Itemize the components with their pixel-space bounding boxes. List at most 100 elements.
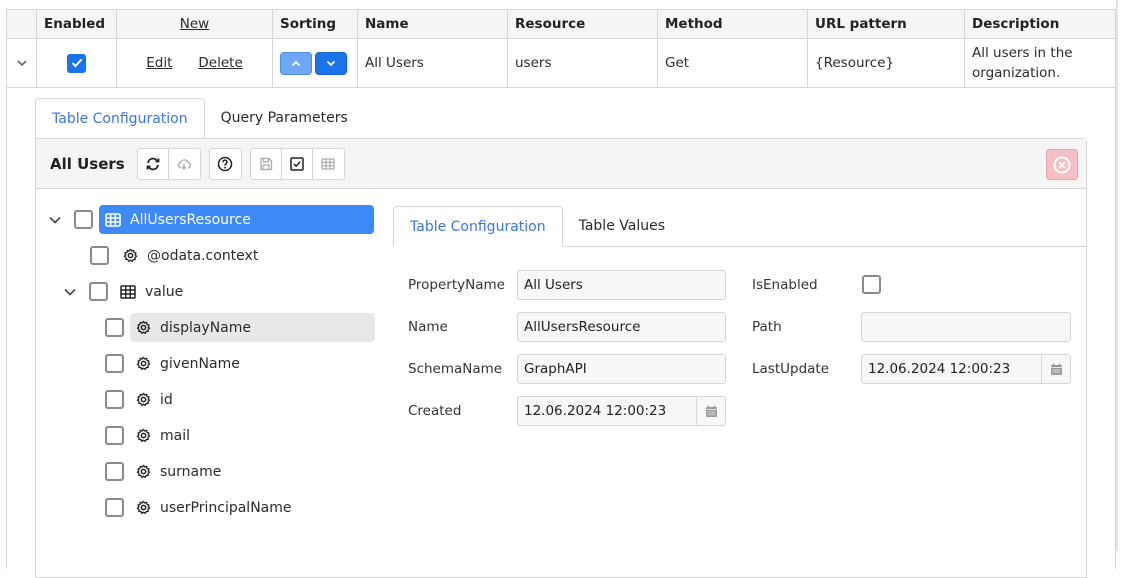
field-path: Path [752,319,782,335]
help-icon [217,156,233,171]
tree-node-label[interactable]: givenName [130,349,248,378]
tree-checkbox[interactable] [105,498,124,517]
calendar-icon[interactable] [696,397,725,425]
header-url-pattern[interactable]: URL pattern [808,10,965,38]
tree-node-label[interactable]: userPrincipalName [130,493,300,522]
header-sorting[interactable]: Sorting [273,10,358,38]
toolbar: All Users [36,139,1086,189]
field-last-update: LastUpdate [752,361,830,377]
enabled-cell [37,39,117,87]
toolbar-group-2 [208,147,242,180]
tree-node: @odata.context [90,241,266,270]
sort-up-button[interactable] [280,51,312,75]
chevron-down-icon[interactable] [46,216,64,224]
tree-node-label[interactable]: displayName [130,313,375,342]
field-is-enabled: IsEnabled [752,277,818,293]
scrollbar-track[interactable] [1116,0,1118,551]
tree-checkbox[interactable] [90,246,109,265]
grid-icon [321,157,335,170]
tree-checkbox[interactable] [105,426,124,445]
table-row: Edit Delete All Users users Get {Resourc… [7,39,1115,88]
created-datepicker[interactable]: 12.06.2024 12:00:23 [517,396,726,426]
help-button[interactable] [210,149,241,179]
cloud-download-icon [178,158,192,170]
sorting-cell [273,39,358,87]
description-cell: All users in the organization. [972,45,1073,81]
tree-checkbox[interactable] [89,282,108,301]
toolbar-group-3 [249,147,345,180]
is-enabled-checkbox[interactable] [862,275,881,294]
last-update-datepicker[interactable]: 12.06.2024 12:00:23 [861,354,1071,384]
header-new-cell: New [117,10,273,38]
tree-checkbox[interactable] [105,462,124,481]
header-resource[interactable]: Resource [508,10,658,38]
row-expand-cell [7,39,37,87]
sort-down-button[interactable] [315,51,347,75]
detail-tabs: Table Configuration Query Parameters [35,98,364,139]
chevron-down-icon[interactable] [16,57,27,70]
gear-icon [136,500,151,515]
edit-link[interactable]: Edit [146,55,172,71]
tree-node: displayName [105,313,375,342]
save-button[interactable] [251,148,282,179]
field-name: Name [408,319,448,335]
form-tabs: Table Configuration Table Values [393,206,1087,247]
header-method[interactable]: Method [658,10,808,38]
tree-checkbox[interactable] [105,354,124,373]
table-icon [105,212,121,227]
close-circle-icon [1053,156,1071,173]
header-expand [7,10,37,38]
property-name-input[interactable]: All Users [517,270,726,300]
tree-node: userPrincipalName [105,493,300,522]
tab-table-values[interactable]: Table Values [563,206,681,246]
tree-node: givenName [105,349,248,378]
tab-form-table-configuration[interactable]: Table Configuration [393,206,563,247]
save-icon [260,157,272,170]
header-description[interactable]: Description [965,10,1115,38]
schema-name-input[interactable]: GraphAPI [517,354,726,384]
gear-icon [136,356,151,371]
chevron-down-icon[interactable] [61,288,79,296]
field-property-name: PropertyName [408,277,505,293]
data-grid: Enabled New Sorting Name Resource Method… [6,9,1116,578]
refresh-button[interactable] [138,148,169,179]
tree-checkbox[interactable] [105,318,124,337]
grid-header: Enabled New Sorting Name Resource Method… [7,10,1115,39]
tab-query-parameters[interactable]: Query Parameters [205,98,364,138]
tree-node-label[interactable]: AllUsersResource [99,205,374,234]
refresh-icon [146,157,160,170]
table-configuration-panel: All Users AllUsersResource @odata.contex… [35,138,1087,578]
grid-view-button[interactable] [313,149,344,179]
gear-icon [123,248,138,263]
tab-table-configuration[interactable]: Table Configuration [35,98,205,139]
path-input[interactable] [861,312,1071,342]
resource-cell: users [508,39,658,87]
gear-icon [136,464,151,479]
calendar-icon[interactable] [1041,355,1070,383]
tree-node-label[interactable]: @odata.context [117,241,266,270]
tree-node: AllUsersResource [46,205,374,234]
tree-checkbox[interactable] [105,390,124,409]
close-button[interactable] [1046,149,1078,180]
delete-link[interactable]: Delete [198,55,242,71]
toolbar-title: All Users [50,154,125,173]
header-name[interactable]: Name [358,10,508,38]
tree-node-label[interactable]: id [130,385,181,414]
detail-area: Table Configuration Query Parameters All… [7,89,1115,578]
name-input[interactable]: AllUsersResource [517,312,726,342]
chevron-down-icon [326,60,336,66]
actions-cell: Edit Delete [117,39,273,87]
tree-checkbox[interactable] [74,210,93,229]
checkbox-icon [289,156,304,171]
select-all-button[interactable] [282,148,313,179]
new-link[interactable]: New [180,16,209,32]
enabled-checkbox[interactable] [67,53,86,73]
header-enabled[interactable]: Enabled [37,10,117,38]
tree-node-label[interactable]: value [114,277,191,306]
field-created: Created [408,403,462,419]
gear-icon [136,320,151,335]
url-pattern-cell: {Resource} [808,39,965,87]
tree-node-label[interactable]: surname [130,457,229,486]
cloud-download-button[interactable] [169,149,200,179]
tree-node-label[interactable]: mail [130,421,198,450]
